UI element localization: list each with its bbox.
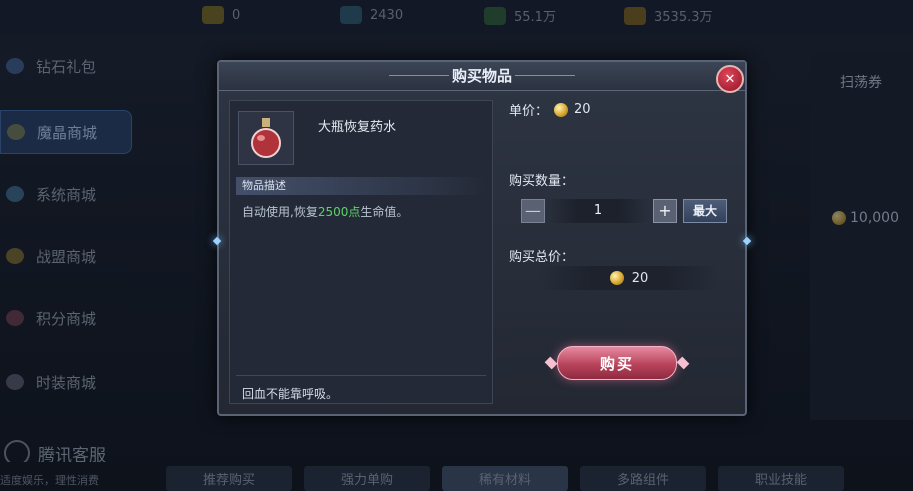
- currency-value: 2430: [370, 7, 404, 23]
- gold-ingot-icon: [624, 6, 646, 25]
- desc-highlight-value: 2500点: [317, 205, 361, 219]
- sweep-ticket-card[interactable]: 扫荡券 10,000: [810, 50, 913, 420]
- tab-label: 稀有材料: [478, 473, 531, 488]
- gem-icon: [6, 186, 24, 202]
- sidebar-item-label: 战盟商城: [36, 247, 97, 266]
- currency-bar: [0, 0, 913, 34]
- sidebar-item-label: 积分商城: [36, 309, 97, 328]
- diamond-icon: [6, 58, 24, 74]
- description-header: 物品描述: [236, 177, 486, 195]
- total-price-label: 购买总价：: [509, 250, 575, 265]
- dialog-title: 购买物品: [219, 62, 745, 91]
- alliance-badge-icon: [6, 248, 24, 264]
- increase-button[interactable]: +: [653, 199, 677, 223]
- currency-value: 3535.3万: [654, 10, 713, 25]
- coin-icon: [832, 211, 846, 225]
- points-icon: [6, 310, 24, 326]
- sidebar-item-label: 系统商城: [36, 185, 97, 204]
- close-icon: ✕: [724, 71, 736, 87]
- coin-icon: [554, 102, 569, 117]
- sidebar-item-points-shop[interactable]: 积分商城: [0, 296, 132, 340]
- currency-value: 55.1万: [514, 10, 556, 25]
- tab-label: 职业技能: [754, 473, 807, 488]
- tab-components[interactable]: 多路组件: [580, 466, 706, 491]
- blue-diamond-icon: [340, 6, 362, 24]
- sidebar-item-label: 钻石礼包: [36, 57, 97, 76]
- item-icon-slot: [238, 111, 294, 165]
- tab-label: 强力单购: [340, 473, 393, 488]
- max-button[interactable]: 最大: [683, 199, 727, 223]
- card-title: 扫荡券: [840, 75, 882, 91]
- item-flavor-note: 回血不能靠呼吸。: [242, 387, 339, 401]
- total-price-value: 20: [631, 270, 649, 286]
- purchase-dialog: 购买物品 ✕ 大瓶恢复药水 物品描述 自动使用,恢复2500点生命值。 回血不能…: [212, 60, 752, 416]
- tab-single-purchase[interactable]: 强力单购: [304, 466, 430, 491]
- currency-gold: 3535.3万: [624, 6, 713, 25]
- coin-icon: [609, 271, 624, 285]
- currency-gem: 55.1万: [484, 6, 556, 25]
- tab-rare-materials[interactable]: 稀有材料: [442, 466, 568, 491]
- quantity-label: 购买数量：: [509, 174, 575, 189]
- gold-diamond-icon: [202, 6, 224, 24]
- crystal-icon: [7, 124, 25, 140]
- sidebar-item-label: 时装商城: [36, 373, 97, 392]
- item-info-panel: 大瓶恢复药水 物品描述 自动使用,恢复2500点生命值。 回血不能靠呼吸。: [229, 100, 493, 404]
- sidebar-item-alliance-shop[interactable]: 战盟商城: [0, 234, 132, 278]
- item-description: 自动使用,恢复2500点生命值。: [242, 203, 408, 220]
- unit-price-label: 单价：: [509, 104, 549, 119]
- desc-suffix: 生命值。: [360, 205, 409, 219]
- total-price: 20: [539, 266, 719, 290]
- decrease-button[interactable]: —: [521, 199, 545, 223]
- item-name: 大瓶恢复药水: [318, 120, 397, 135]
- sidebar-item-diamond-pack[interactable]: 钻石礼包: [0, 44, 132, 88]
- sidebar-item-magic-crystal-shop[interactable]: 魔晶商城: [0, 110, 132, 154]
- sidebar-item-system-shop[interactable]: 系统商城: [0, 172, 132, 216]
- card-price-value: 10,000: [850, 210, 899, 226]
- currency-value: 0: [232, 7, 241, 23]
- tab-label: 推荐购买: [202, 473, 255, 488]
- buy-button[interactable]: 购买: [557, 346, 677, 380]
- buy-button-label: 购买: [599, 354, 634, 373]
- tab-recommended[interactable]: 推荐购买: [166, 466, 292, 491]
- currency-gold-diamond: 0: [202, 6, 240, 24]
- desc-prefix: 自动使用,恢复: [242, 205, 318, 219]
- health-notice: 适度娱乐，理性消费: [0, 474, 99, 487]
- currency-blue-diamond: 2430: [340, 6, 403, 24]
- close-button[interactable]: ✕: [716, 65, 744, 93]
- card-price: 10,000: [832, 210, 899, 226]
- unit-price: 单价： 20: [509, 100, 591, 119]
- divider: [236, 375, 486, 376]
- unit-price-value: 20: [574, 102, 591, 117]
- tab-label: 多路组件: [616, 473, 669, 488]
- red-potion-flask-icon: [251, 118, 281, 158]
- sidebar-item-fashion-shop[interactable]: 时装商城: [0, 360, 132, 404]
- sidebar-item-label: 魔晶商城: [37, 123, 98, 142]
- gem-stack-icon: [484, 6, 506, 25]
- tab-class-skills[interactable]: 职业技能: [718, 466, 844, 491]
- quantity-stepper: — 1 + 最大: [521, 199, 727, 223]
- fashion-icon: [6, 374, 24, 390]
- quantity-field[interactable]: 1: [547, 199, 649, 223]
